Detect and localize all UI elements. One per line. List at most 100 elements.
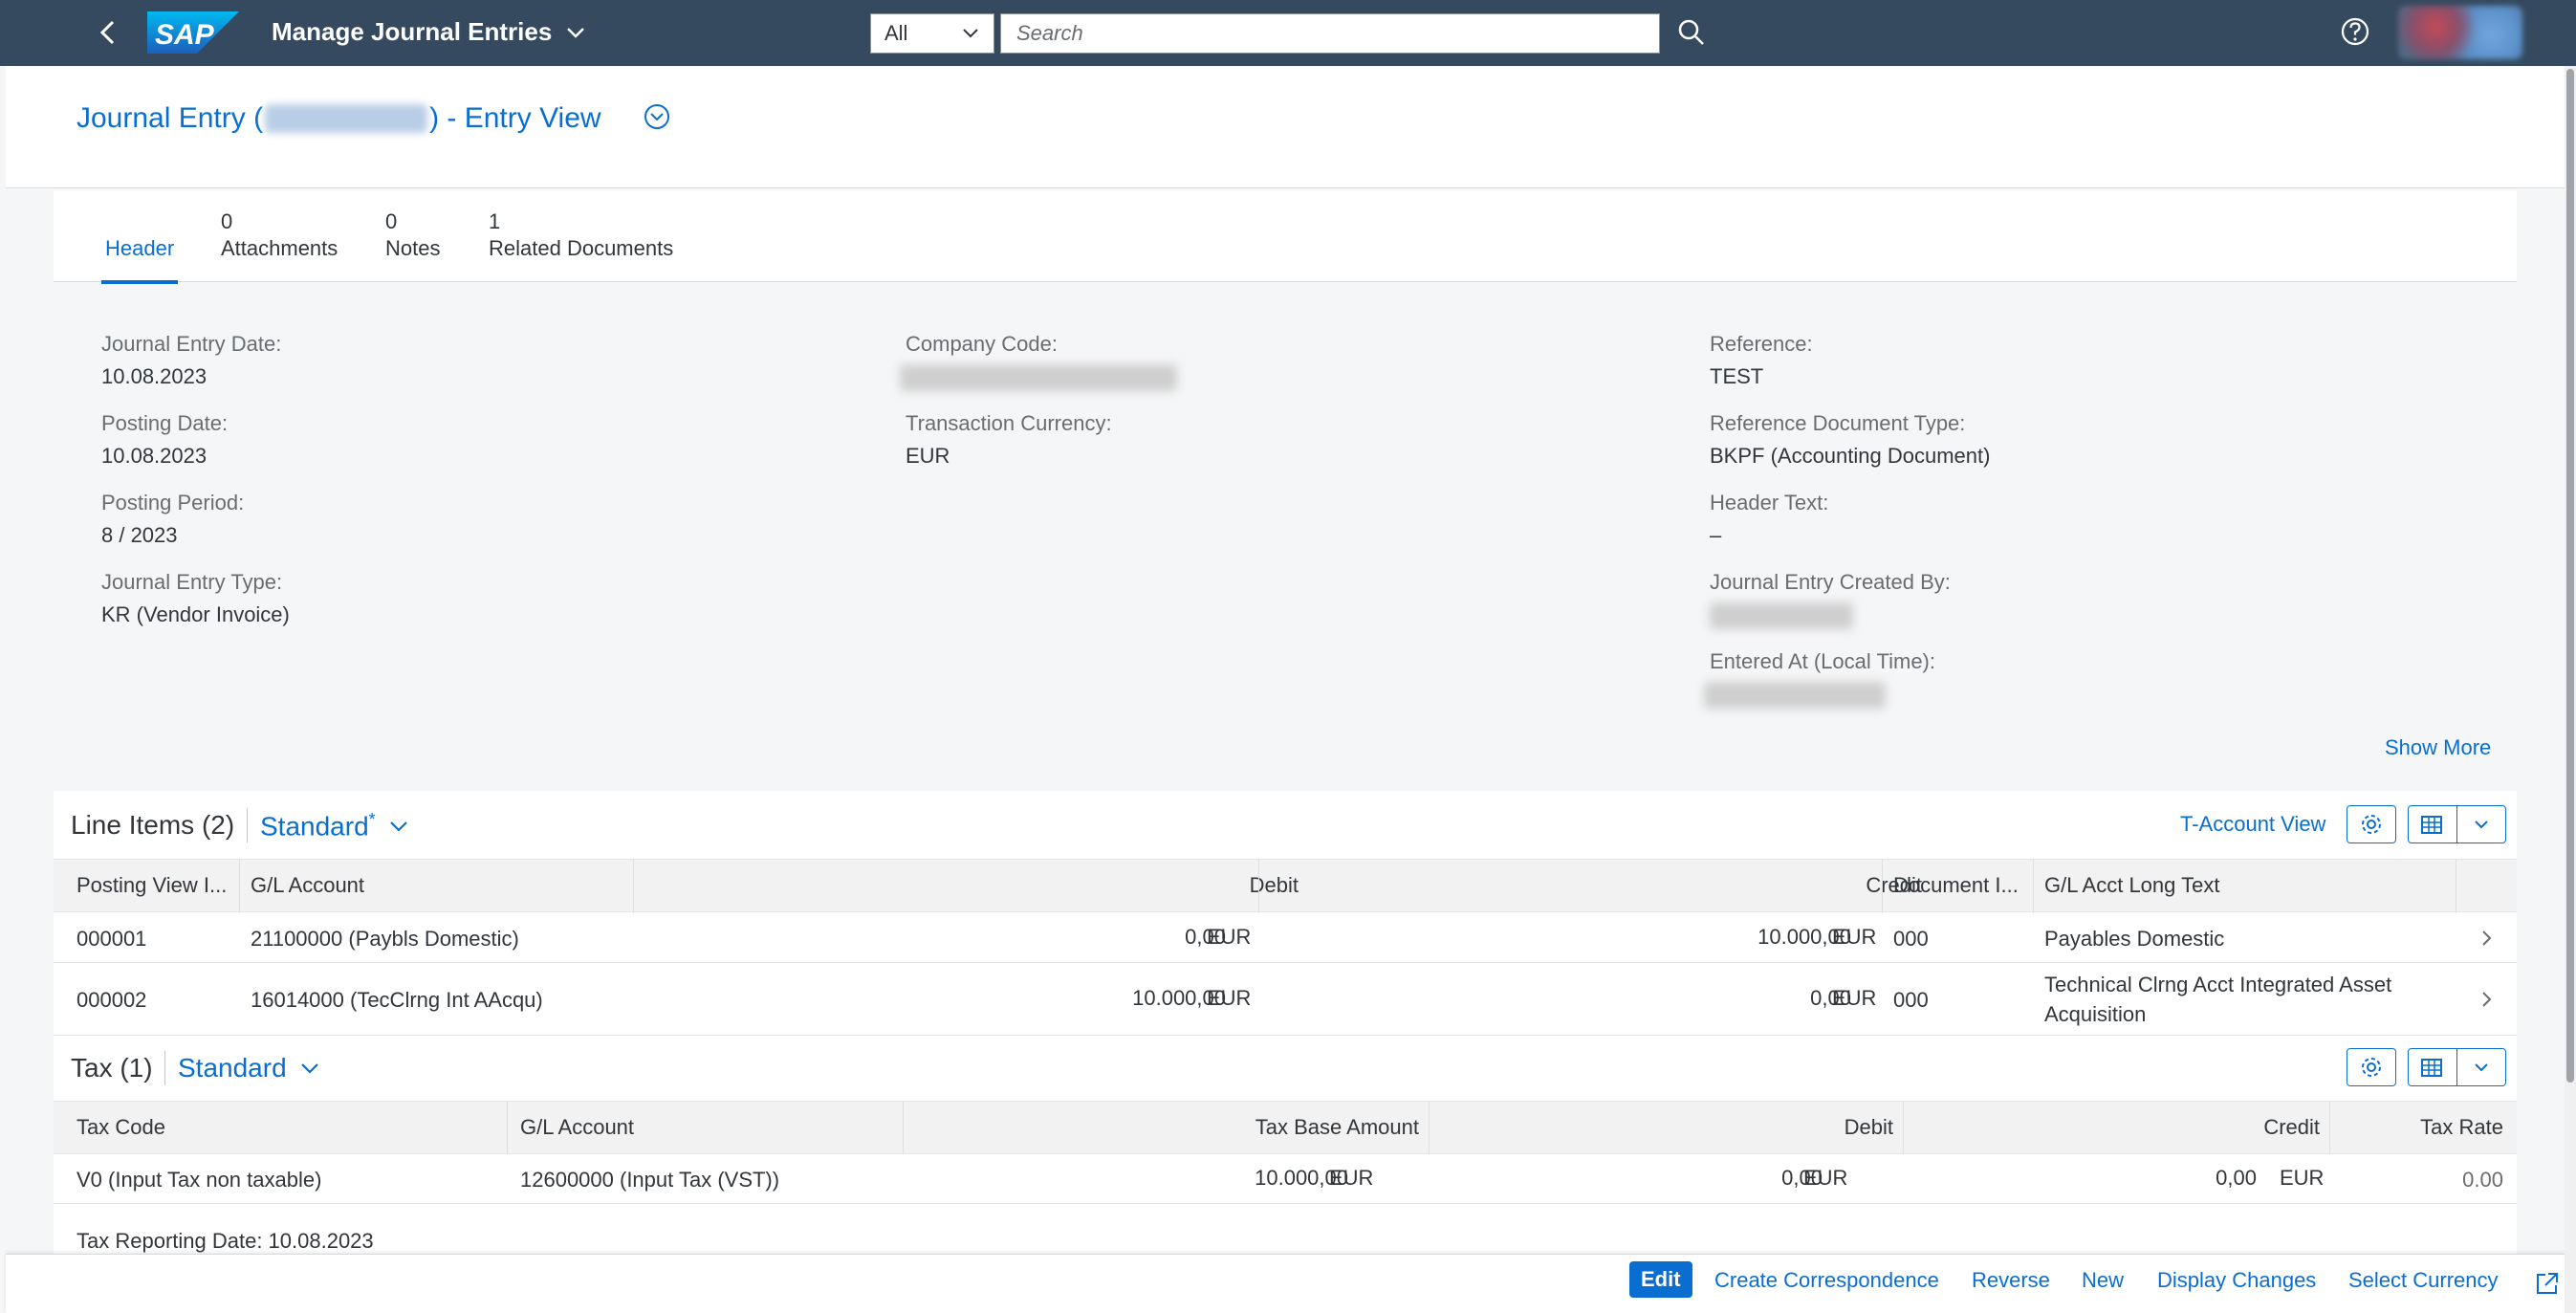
tab-attachments[interactable]: 0 Attachments bbox=[221, 209, 338, 261]
column-separator bbox=[2033, 860, 2034, 913]
column-separator bbox=[1882, 860, 1883, 913]
tab-related-documents[interactable]: 1 Related Documents bbox=[489, 209, 673, 261]
column-header[interactable]: Tax Code bbox=[76, 1115, 165, 1140]
field-header-text: Header Text: – bbox=[1710, 491, 1828, 548]
object-header: Journal Entry ( ) - Entry View bbox=[6, 66, 2565, 188]
toolbar-separator bbox=[247, 808, 248, 843]
avatar[interactable] bbox=[2398, 6, 2522, 59]
back-icon[interactable] bbox=[92, 15, 126, 50]
column-header[interactable]: Tax Base Amount bbox=[1255, 1115, 1419, 1140]
column-header[interactable]: Debit bbox=[1250, 873, 1299, 898]
field-reference: Reference: TEST bbox=[1710, 332, 1813, 389]
show-more-link[interactable]: Show More bbox=[2385, 735, 2491, 760]
display-changes-button[interactable]: Display Changes bbox=[2157, 1268, 2316, 1293]
settings-button[interactable] bbox=[2347, 805, 2396, 843]
export-menu-button[interactable] bbox=[2456, 1048, 2506, 1086]
sap-logo-text: SAP bbox=[155, 19, 215, 51]
search-scope-value: All bbox=[884, 21, 908, 45]
field-label: Journal Entry Date: bbox=[101, 332, 282, 356]
line-items-panel: Line Items (2) Standard* T-Account View … bbox=[54, 791, 2517, 1036]
posting-view-item-link[interactable]: 000002 bbox=[76, 988, 146, 1013]
column-separator bbox=[1903, 1102, 1904, 1155]
field-value: TEST bbox=[1710, 364, 1764, 388]
share-icon[interactable] bbox=[2534, 1270, 2561, 1297]
tax-gl-account: 12600000 (Input Tax (VST)) bbox=[520, 1168, 780, 1192]
table-row[interactable]: V0 (Input Tax non taxable) 12600000 (Inp… bbox=[54, 1154, 2517, 1204]
field-label: Posting Period: bbox=[101, 491, 245, 514]
field-value: 10.08.2023 bbox=[101, 364, 207, 388]
export-button[interactable] bbox=[2408, 805, 2457, 843]
column-header[interactable]: Credit bbox=[2263, 1115, 2320, 1140]
gl-long-text-line-2: Acquisition bbox=[2044, 1002, 2147, 1026]
t-account-view-link[interactable]: T-Account View bbox=[2180, 812, 2325, 837]
chevron-down-icon bbox=[389, 821, 407, 832]
shell-bar: SAP Manage Journal Entries All Search bbox=[0, 0, 2576, 66]
column-separator bbox=[1258, 860, 1259, 913]
field-value: – bbox=[1710, 523, 1722, 547]
field-value: 10.08.2023 bbox=[101, 444, 207, 468]
redacted-value bbox=[1710, 602, 1853, 629]
search-icon[interactable] bbox=[1675, 16, 1708, 49]
table-row[interactable]: 000002 16014000 (TecClrng Int AAcqu) 10.… bbox=[54, 963, 2517, 1036]
field-reference-document-type: Reference Document Type: BKPF (Accountin… bbox=[1710, 411, 1990, 469]
line-items-title: Line Items (2) bbox=[71, 810, 235, 840]
tab-header[interactable]: Header bbox=[100, 209, 179, 284]
tax-code: V0 (Input Tax non taxable) bbox=[76, 1168, 322, 1192]
export-button[interactable] bbox=[2408, 1048, 2457, 1086]
column-header[interactable]: G/L Account bbox=[251, 873, 364, 898]
debit-currency: EUR bbox=[1207, 986, 1252, 1010]
field-label: Header Text: bbox=[1710, 491, 1829, 514]
tab-label: Header bbox=[105, 236, 175, 260]
toolbar-separator bbox=[164, 1051, 165, 1085]
edit-button[interactable]: Edit bbox=[1629, 1261, 1692, 1298]
sap-logo[interactable]: SAP bbox=[147, 11, 239, 54]
tax-debit-currency: EUR bbox=[1803, 1166, 1848, 1190]
help-icon[interactable] bbox=[2339, 15, 2371, 48]
reverse-button[interactable]: Reverse bbox=[1972, 1268, 2050, 1293]
field-label: Entered At (Local Time): bbox=[1710, 649, 1935, 673]
field-journal-entry-type: Journal Entry Type: KR (Vendor Invoice) bbox=[101, 570, 290, 627]
tab-label: Related Documents bbox=[489, 236, 674, 260]
search-scope-select[interactable]: All bbox=[870, 13, 994, 54]
gl-account-link[interactable]: 21100000 (Paybls Domestic) bbox=[251, 927, 519, 952]
column-separator bbox=[1429, 1102, 1430, 1155]
footer-toolbar: Edit Create Correspondence Reverse New D… bbox=[6, 1254, 2565, 1313]
app-title-menu[interactable]: Manage Journal Entries bbox=[272, 17, 586, 47]
create-correspondence-button[interactable]: Create Correspondence bbox=[1714, 1268, 1939, 1293]
field-label: Reference Document Type: bbox=[1710, 411, 1966, 435]
tax-base-currency: EUR bbox=[1329, 1166, 1374, 1190]
column-header[interactable]: Posting View I... bbox=[76, 873, 227, 898]
column-separator bbox=[239, 860, 240, 913]
column-header[interactable]: Tax Rate bbox=[2420, 1115, 2503, 1140]
table-row[interactable]: 000001 21100000 (Paybls Domestic) 0,00 E… bbox=[54, 913, 2517, 963]
field-journal-entry-date: Journal Entry Date: 10.08.2023 bbox=[101, 332, 281, 389]
variant-name: Standard* bbox=[260, 810, 376, 842]
credit-currency: EUR bbox=[1832, 986, 1877, 1010]
new-button[interactable]: New bbox=[2082, 1268, 2124, 1293]
tab-notes[interactable]: 0 Notes bbox=[385, 209, 440, 261]
spreadsheet-export-icon bbox=[2421, 1059, 2442, 1077]
search-input[interactable]: Search bbox=[1000, 13, 1660, 54]
title-chevron-down-icon[interactable] bbox=[641, 100, 673, 133]
field-label: Transaction Currency: bbox=[906, 411, 1112, 435]
export-menu-button[interactable] bbox=[2456, 805, 2506, 843]
tax-variant-select[interactable]: Standard bbox=[178, 1053, 321, 1083]
navigation-chevron-icon[interactable] bbox=[2477, 989, 2498, 1010]
settings-button[interactable] bbox=[2347, 1048, 2396, 1086]
line-items-variant-select[interactable]: Standard* bbox=[260, 810, 410, 842]
posting-view-item-link[interactable]: 000001 bbox=[76, 927, 146, 952]
column-header[interactable]: Debit bbox=[1845, 1115, 1893, 1140]
select-currency-button[interactable]: Select Currency bbox=[2348, 1268, 2499, 1293]
document-item: 000 bbox=[1893, 927, 1929, 951]
column-header[interactable]: G/L Account bbox=[520, 1115, 634, 1140]
tab-label: Notes bbox=[385, 236, 441, 260]
tab-count: 1 bbox=[489, 209, 501, 233]
column-header[interactable]: Document I... bbox=[1893, 873, 2019, 898]
column-header[interactable]: G/L Acct Long Text bbox=[2044, 873, 2219, 898]
navigation-chevron-icon[interactable] bbox=[2477, 928, 2498, 949]
field-posting-date: Posting Date: 10.08.2023 bbox=[101, 411, 228, 469]
scrollbar-thumb[interactable] bbox=[2566, 69, 2574, 1083]
variant-name: Standard bbox=[178, 1053, 287, 1083]
gl-account-link[interactable]: 16014000 (TecClrng Int AAcqu) bbox=[251, 988, 543, 1013]
field-entered-at: Entered At (Local Time): bbox=[1704, 649, 1935, 714]
